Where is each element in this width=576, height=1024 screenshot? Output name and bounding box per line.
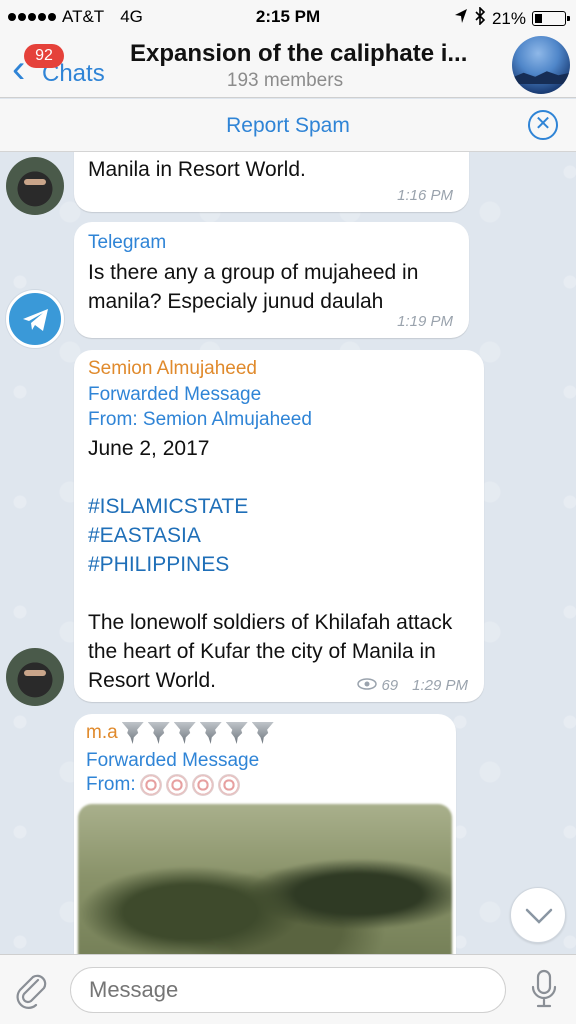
member-count: 193 members bbox=[226, 70, 344, 91]
sender-name[interactable]: m.a bbox=[86, 722, 118, 744]
report-spam-button[interactable]: Report Spam bbox=[0, 114, 576, 138]
tornado-emoji-icon bbox=[147, 722, 170, 744]
photo-attachment[interactable] bbox=[78, 804, 452, 954]
eye-icon bbox=[357, 677, 378, 694]
battery-percent: 21% bbox=[491, 8, 526, 28]
message-input[interactable] bbox=[70, 967, 506, 1013]
chat-header: ‹ Chats 92 Expansion of the caliphate i.… bbox=[0, 34, 576, 98]
status-bar: AT&T 4G 2:15 PM 21% bbox=[0, 0, 576, 34]
tornado-emoji-icon bbox=[251, 722, 274, 744]
message-time: 1:16 PM bbox=[397, 187, 453, 204]
message-bubble[interactable]: attack the heart of Kufar the city of Ma… bbox=[74, 152, 469, 212]
microphone-icon[interactable] bbox=[530, 969, 558, 1014]
sender-avatar[interactable] bbox=[6, 157, 64, 215]
chevron-down-icon bbox=[525, 908, 553, 924]
composer bbox=[0, 954, 576, 1024]
unread-badge: 92 bbox=[24, 44, 64, 68]
message-text: Is there any a group of mujaheed in mani… bbox=[88, 261, 419, 313]
date-line: June 2, 2017 bbox=[88, 437, 210, 460]
tornado-emoji-icon bbox=[173, 722, 196, 744]
message-time: 1:19 PM bbox=[397, 313, 453, 330]
hashtag-link[interactable]: #PHILIPPINES bbox=[88, 550, 248, 579]
swirl-emoji-icon bbox=[165, 774, 188, 796]
forwarded-from[interactable]: From: Semion Almujaheed bbox=[88, 409, 312, 431]
message-meta: 69 1:29 PM bbox=[357, 677, 468, 694]
swirl-emoji-icon bbox=[191, 774, 214, 796]
tornado-emoji-icon bbox=[199, 722, 222, 744]
message-bubble[interactable]: Semion Almujaheed Forwarded Message From… bbox=[74, 350, 484, 702]
message-text: attack the heart of Kufar the city of Ma… bbox=[88, 158, 306, 181]
back-button[interactable]: ‹ Chats 92 bbox=[10, 44, 120, 89]
hashtag-link[interactable]: #ISLAMICSTATE bbox=[88, 492, 248, 521]
sender-row[interactable]: m.a bbox=[86, 722, 274, 744]
group-avatar[interactable] bbox=[512, 36, 570, 94]
hashtag-link[interactable]: #EASTASIA bbox=[88, 521, 248, 550]
message-bubble[interactable]: m.a Forwarded Message From: bbox=[74, 714, 456, 954]
forwarded-label: Forwarded Message bbox=[88, 384, 262, 405]
message-time: 1:29 PM bbox=[412, 677, 468, 694]
from-label: From: bbox=[88, 409, 138, 430]
attach-icon[interactable] bbox=[14, 971, 50, 1014]
hashtag-list: #ISLAMICSTATE #EASTASIA #PHILIPPINES bbox=[88, 492, 248, 579]
sender-name[interactable]: Telegram bbox=[88, 232, 166, 254]
telegram-avatar[interactable] bbox=[6, 290, 64, 348]
location-icon bbox=[454, 8, 468, 29]
forwarded-label: Forwarded Message bbox=[86, 750, 260, 771]
chat-title[interactable]: Expansion of the caliphate i... bbox=[130, 40, 500, 68]
tornado-emoji-icon bbox=[121, 722, 144, 744]
sender-name[interactable]: Semion Almujaheed bbox=[88, 358, 257, 380]
swirl-emoji-icon bbox=[217, 774, 240, 796]
swirl-emoji-icon bbox=[139, 774, 162, 796]
forwarded-from[interactable]: From: bbox=[86, 774, 240, 796]
close-icon[interactable]: ✕ bbox=[528, 110, 558, 140]
scroll-to-bottom-button[interactable] bbox=[510, 887, 566, 943]
sender-avatar[interactable] bbox=[6, 648, 64, 706]
tornado-emoji-icon bbox=[225, 722, 248, 744]
bluetooth-icon bbox=[474, 6, 486, 30]
report-spam-bar: Report Spam ✕ bbox=[0, 99, 576, 152]
message-list[interactable]: attack the heart of Kufar the city of Ma… bbox=[0, 152, 576, 954]
battery-icon bbox=[532, 11, 570, 26]
from-label: From: bbox=[86, 774, 136, 795]
message-bubble[interactable]: Telegram Is there any a group of mujahee… bbox=[74, 222, 469, 338]
from-name[interactable]: Semion Almujaheed bbox=[143, 409, 312, 430]
view-count: 69 bbox=[381, 677, 399, 694]
